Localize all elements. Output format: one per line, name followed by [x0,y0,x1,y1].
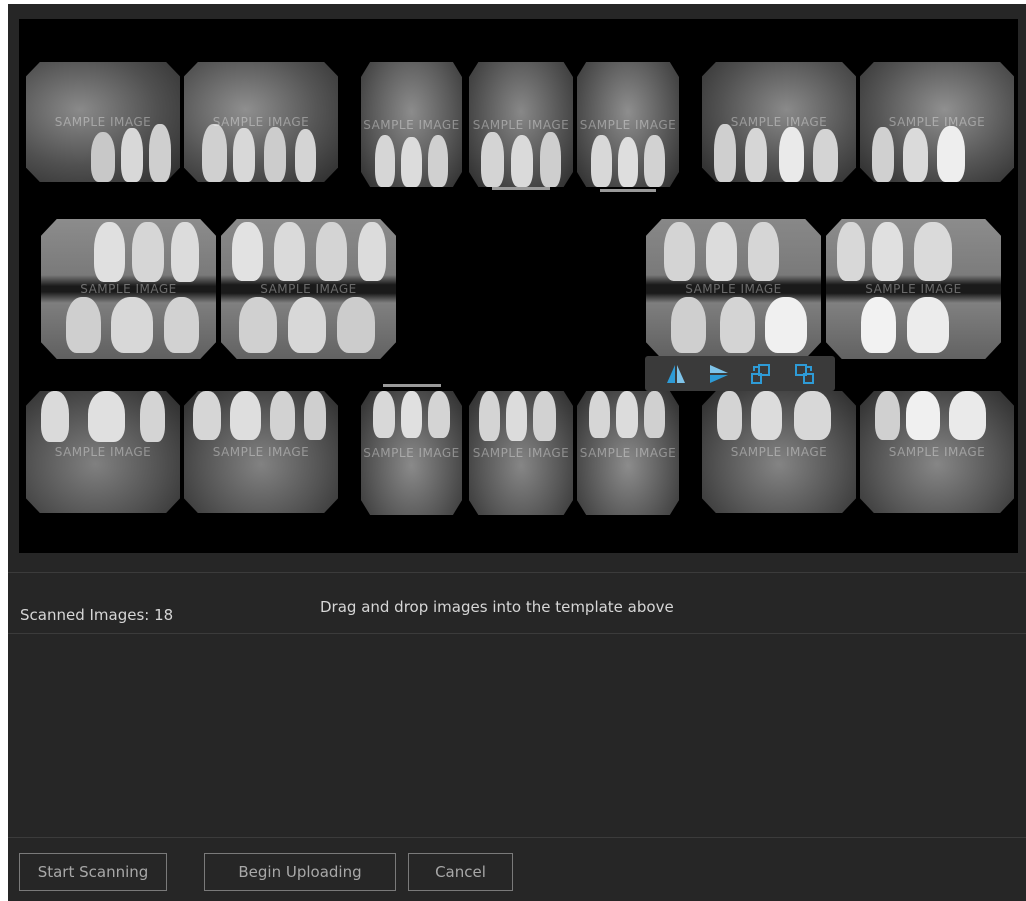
section-divider [8,572,1026,573]
xray-slot-upper-left-molar-1[interactable]: SAMPLE IMAGE [702,62,856,182]
positioning-marker [600,189,656,192]
xray-slot-bitewing-right-1[interactable]: SAMPLE IMAGE [41,219,216,359]
status-bar: Scanned Images: 18 Drag and drop images … [8,578,1026,634]
sample-watermark: SAMPLE IMAGE [363,446,460,460]
sample-watermark: SAMPLE IMAGE [363,117,460,132]
sample-watermark: SAMPLE IMAGE [579,446,677,460]
sample-watermark: SAMPLE IMAGE [54,445,152,459]
xray-template-canvas[interactable]: SAMPLE IMAGE SAMPLE IMAGE SAMPLE IMAGE S… [19,19,1018,553]
section-divider [8,837,1026,838]
flip-vertical-icon[interactable] [706,361,732,387]
xray-slot-lower-left-molar-2[interactable]: SAMPLE IMAGE [860,391,1014,513]
cancel-button[interactable]: Cancel [408,853,513,891]
drag-drop-hint: Drag and drop images into the template a… [320,598,674,616]
flip-horizontal-icon[interactable] [663,361,689,387]
rotate-right-icon[interactable] [791,361,817,387]
xray-slot-lower-left-molar-1[interactable]: SAMPLE IMAGE [702,391,856,513]
sample-watermark: SAMPLE IMAGE [865,282,962,296]
xray-slot-lower-anterior-1[interactable]: SAMPLE IMAGE [361,391,462,515]
sample-watermark: SAMPLE IMAGE [260,282,357,296]
start-scanning-button[interactable]: Start Scanning [19,853,167,891]
acquisition-window: SAMPLE IMAGE SAMPLE IMAGE SAMPLE IMAGE S… [8,4,1026,901]
positioning-marker [492,187,550,190]
xray-slot-bitewing-left-1[interactable]: SAMPLE IMAGE [646,219,821,359]
xray-slot-upper-anterior-1[interactable]: SAMPLE IMAGE [361,62,462,187]
image-tools-toolbar [645,356,835,391]
sample-watermark: SAMPLE IMAGE [472,117,570,132]
sample-watermark: SAMPLE IMAGE [579,117,677,132]
sample-watermark: SAMPLE IMAGE [80,282,177,296]
scanned-images-count: Scanned Images: 18 [20,606,174,624]
sample-watermark: SAMPLE IMAGE [685,282,782,296]
xray-slot-upper-anterior-2[interactable]: SAMPLE IMAGE [469,62,573,187]
xray-slot-bitewing-right-2[interactable]: SAMPLE IMAGE [221,219,396,359]
xray-slot-lower-right-molar-2[interactable]: SAMPLE IMAGE [184,391,338,513]
positioning-marker [383,384,441,387]
sample-watermark: SAMPLE IMAGE [730,445,828,459]
xray-slot-upper-anterior-3[interactable]: SAMPLE IMAGE [577,62,679,187]
xray-slot-upper-right-molar-2[interactable]: SAMPLE IMAGE [184,62,338,182]
xray-slot-lower-anterior-3[interactable]: SAMPLE IMAGE [577,391,679,515]
sample-watermark: SAMPLE IMAGE [888,445,986,459]
begin-uploading-button[interactable]: Begin Uploading [204,853,396,891]
xray-slot-bitewing-left-2[interactable]: SAMPLE IMAGE [826,219,1001,359]
xray-slot-lower-anterior-2[interactable]: SAMPLE IMAGE [469,391,573,515]
sample-watermark: SAMPLE IMAGE [212,445,310,459]
xray-slot-upper-left-molar-2[interactable]: SAMPLE IMAGE [860,62,1014,182]
scanned-images-tray[interactable] [8,635,1026,837]
sample-watermark: SAMPLE IMAGE [472,446,570,460]
rotate-left-icon[interactable] [748,361,774,387]
xray-slot-lower-right-molar-1[interactable]: SAMPLE IMAGE [26,391,180,513]
xray-slot-upper-right-molar-1[interactable]: SAMPLE IMAGE [26,62,180,182]
